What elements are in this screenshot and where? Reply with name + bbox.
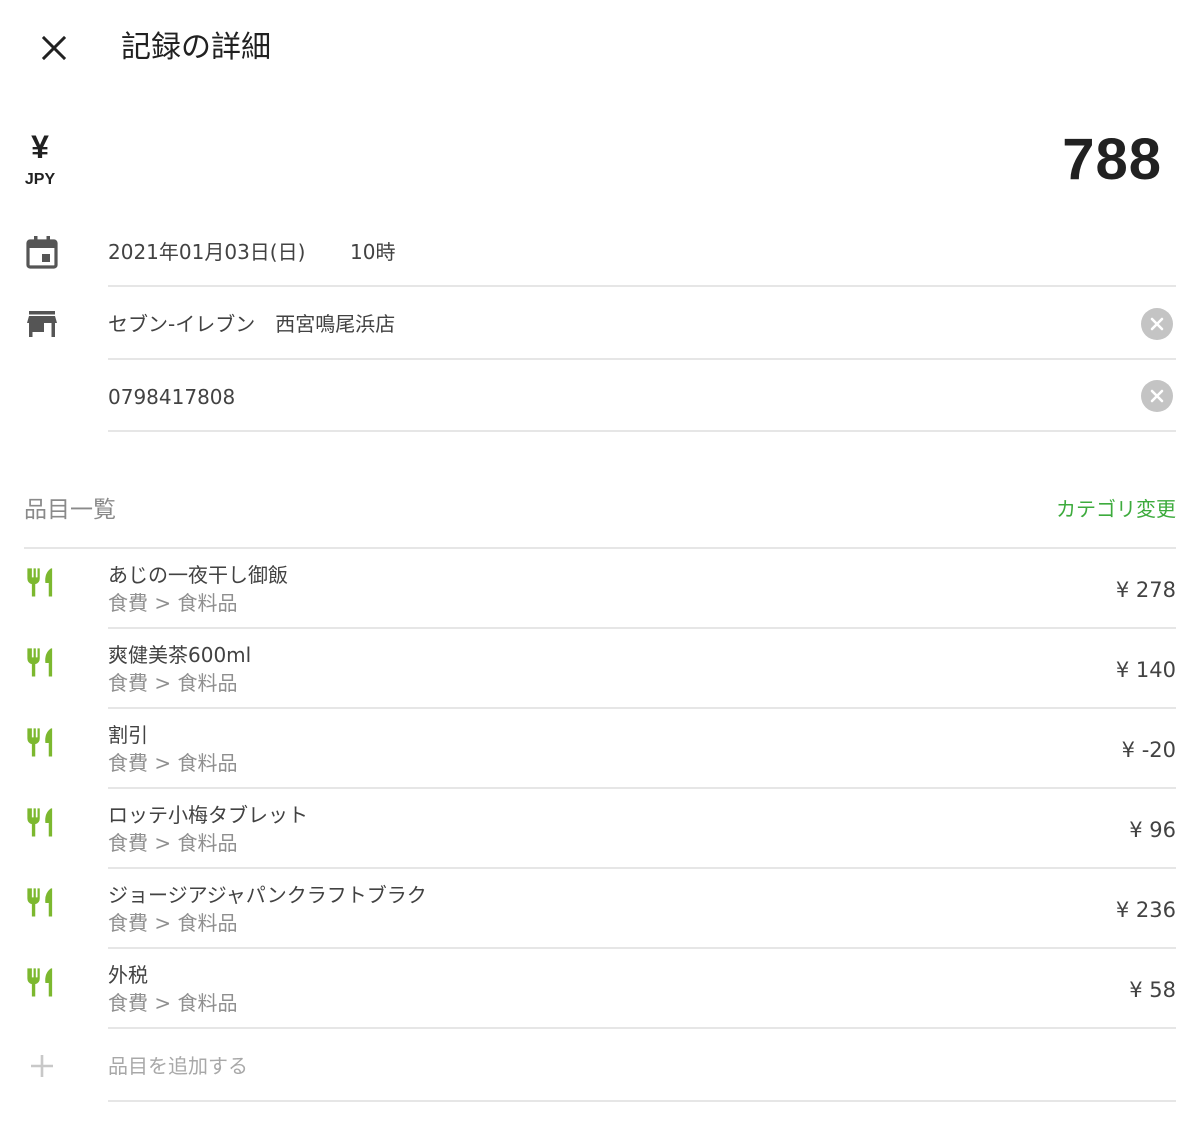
food-icon bbox=[27, 648, 53, 677]
currency-code: JPY bbox=[24, 171, 56, 188]
page-title: 記録の詳細 bbox=[121, 30, 271, 65]
item-category: 食費 > 食料品 bbox=[108, 991, 238, 1015]
food-icon bbox=[27, 728, 53, 757]
divider bbox=[108, 430, 1176, 432]
item-category: 食費 > 食料品 bbox=[108, 831, 238, 855]
item-price: ¥ 236 bbox=[1115, 898, 1176, 922]
item-category: 食費 > 食料品 bbox=[108, 911, 238, 935]
item-name: 爽健美茶600ml bbox=[108, 643, 252, 667]
add-item-row[interactable]: 品目を追加する bbox=[0, 1032, 1196, 1102]
total-amount[interactable]: 788 bbox=[1062, 122, 1162, 198]
item-row[interactable]: 爽健美茶600ml 食費 > 食料品 ¥ 140 bbox=[0, 629, 1196, 709]
divider bbox=[108, 358, 1176, 360]
food-icon bbox=[27, 888, 53, 917]
phone-field[interactable]: 0798417808 bbox=[108, 383, 235, 411]
currency-symbol: ¥ bbox=[31, 129, 49, 165]
item-price: ¥ 96 bbox=[1129, 818, 1176, 842]
close-icon bbox=[41, 35, 67, 61]
item-name: 割引 bbox=[108, 723, 148, 747]
item-row[interactable]: 割引食費 > 食料品 ¥ -20 bbox=[0, 709, 1196, 789]
store-icon bbox=[24, 306, 60, 342]
item-price: ¥ -20 bbox=[1121, 738, 1176, 762]
currency-selector[interactable]: ¥ JPY bbox=[14, 128, 66, 190]
divider bbox=[108, 1100, 1176, 1102]
divider bbox=[108, 285, 1176, 287]
clear-phone-button[interactable] bbox=[1141, 380, 1173, 412]
items-section-title: 品目一覧 bbox=[24, 497, 116, 523]
item-row[interactable]: 外税食費 > 食料品 ¥ 58 bbox=[0, 949, 1196, 1029]
plus-icon bbox=[31, 1055, 53, 1077]
add-item-label: 品目を追加する bbox=[108, 1054, 248, 1078]
date-field[interactable]: 2021年01月03日(日) bbox=[108, 238, 305, 266]
item-row[interactable]: あじの一夜干し御飯 食費 > 食料品 ¥ 278 bbox=[0, 549, 1196, 629]
item-row[interactable]: ロッテ小梅タブレット 食費 > 食料品 ¥ 96 bbox=[0, 789, 1196, 869]
food-icon bbox=[27, 568, 53, 597]
change-category-link[interactable]: カテゴリ変更 bbox=[1056, 494, 1176, 524]
food-icon bbox=[27, 808, 53, 837]
item-name: あじの一夜干し御飯 bbox=[108, 563, 288, 587]
item-name: ロッテ小梅タブレット bbox=[108, 803, 308, 827]
item-row[interactable]: ジョージアジャパンクラフトブラク 食費 > 食料品 ¥ 236 bbox=[0, 869, 1196, 949]
food-icon bbox=[27, 968, 53, 997]
clear-icon bbox=[1150, 389, 1164, 403]
close-button[interactable] bbox=[30, 24, 78, 72]
calendar-icon bbox=[24, 234, 60, 270]
item-name: 外税 bbox=[108, 963, 148, 987]
item-price: ¥ 140 bbox=[1115, 658, 1176, 682]
time-field[interactable]: 10時 bbox=[350, 238, 395, 266]
item-name: ジョージアジャパンクラフトブラク bbox=[108, 883, 427, 907]
item-category: 食費 > 食料品 bbox=[108, 591, 238, 615]
clear-icon bbox=[1150, 317, 1164, 331]
item-category: 食費 > 食料品 bbox=[108, 751, 238, 775]
divider bbox=[108, 1027, 1176, 1029]
item-price: ¥ 58 bbox=[1129, 978, 1176, 1002]
store-name-field[interactable]: セブン-イレブン 西宮鳴尾浜店 bbox=[108, 310, 395, 338]
item-price: ¥ 278 bbox=[1115, 578, 1176, 602]
clear-store-name-button[interactable] bbox=[1141, 308, 1173, 340]
item-category: 食費 > 食料品 bbox=[108, 671, 238, 695]
